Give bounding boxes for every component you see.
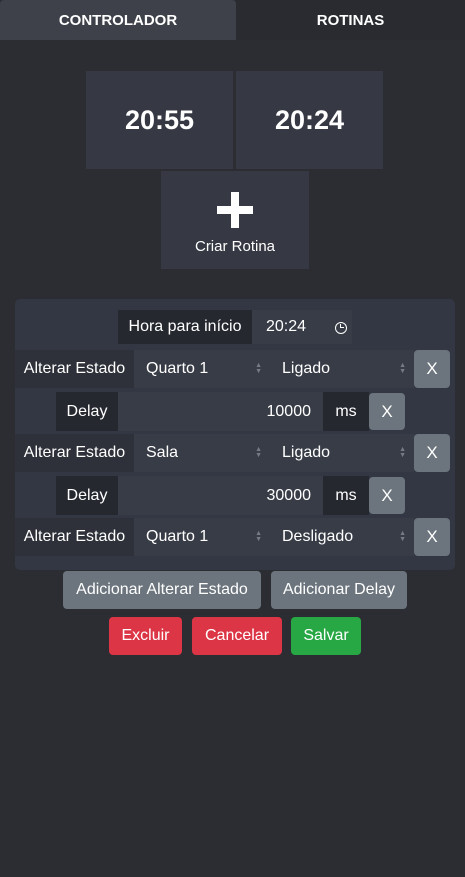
room-value: Quarto 1 [146, 528, 209, 545]
tab-bar: CONTROLADOR ROTINAS [0, 0, 465, 40]
start-time-value: 20:24 [266, 318, 307, 335]
routine-tile-1[interactable]: 20:55 [86, 71, 233, 169]
room-value: Quarto 1 [146, 360, 209, 377]
remove-step-button[interactable]: X [414, 518, 450, 556]
select-arrows-icon: ▲ ▼ [255, 530, 262, 543]
tab-rotinas[interactable]: ROTINAS [236, 0, 465, 40]
change-state-label: Alterar Estado [15, 518, 134, 556]
change-state-label: Alterar Estado [15, 434, 134, 472]
create-routine-label: Criar Rotina [194, 237, 276, 255]
remove-step-button[interactable]: X [414, 434, 450, 472]
ms-label: ms [323, 476, 369, 515]
add-change-state-button[interactable]: Adicionar Alterar Estado [63, 571, 261, 609]
remove-step-button[interactable]: X [369, 477, 405, 514]
state-select[interactable]: Desligado ▲ ▼ [270, 518, 414, 556]
delay-input[interactable]: 30000 [118, 476, 323, 515]
start-time-input[interactable]: 20:24 [252, 310, 352, 344]
ms-label: ms [323, 392, 369, 431]
create-routine-button[interactable]: Criar Rotina [161, 171, 309, 269]
start-time-label: Hora para início [118, 310, 252, 344]
delay-input[interactable]: 10000 [118, 392, 323, 431]
room-select[interactable]: Sala ▲ ▼ [134, 434, 270, 472]
routine-editor: Hora para início 20:24 Alterar Estado Qu… [15, 299, 455, 570]
delay-label: Delay [56, 476, 118, 515]
change-state-label: Alterar Estado [15, 350, 134, 388]
select-arrows-icon: ▲ ▼ [399, 446, 406, 459]
cancel-button[interactable]: Cancelar [192, 617, 282, 655]
tab-controlador[interactable]: CONTROLADOR [0, 0, 236, 40]
state-select[interactable]: Ligado ▲ ▼ [270, 434, 414, 472]
remove-step-button[interactable]: X [369, 393, 405, 430]
select-arrows-icon: ▲ ▼ [255, 446, 262, 459]
save-button[interactable]: Salvar [291, 617, 361, 655]
delay-label: Delay [56, 392, 118, 431]
state-value: Desligado [282, 528, 354, 545]
select-arrows-icon: ▲ ▼ [399, 530, 406, 543]
plus-icon [217, 191, 253, 228]
room-select[interactable]: Quarto 1 ▲ ▼ [134, 518, 270, 556]
remove-step-button[interactable]: X [414, 350, 450, 388]
clock-icon [335, 322, 347, 334]
routine-tile-2[interactable]: 20:24 [236, 71, 383, 169]
state-select[interactable]: Ligado ▲ ▼ [270, 350, 414, 388]
room-select[interactable]: Quarto 1 ▲ ▼ [134, 350, 270, 388]
state-value: Ligado [282, 444, 331, 461]
select-arrows-icon: ▲ ▼ [255, 362, 262, 375]
room-value: Sala [146, 444, 179, 461]
state-value: Ligado [282, 360, 331, 377]
add-delay-button[interactable]: Adicionar Delay [271, 571, 407, 609]
delete-button[interactable]: Excluir [109, 617, 182, 655]
select-arrows-icon: ▲ ▼ [399, 362, 406, 375]
